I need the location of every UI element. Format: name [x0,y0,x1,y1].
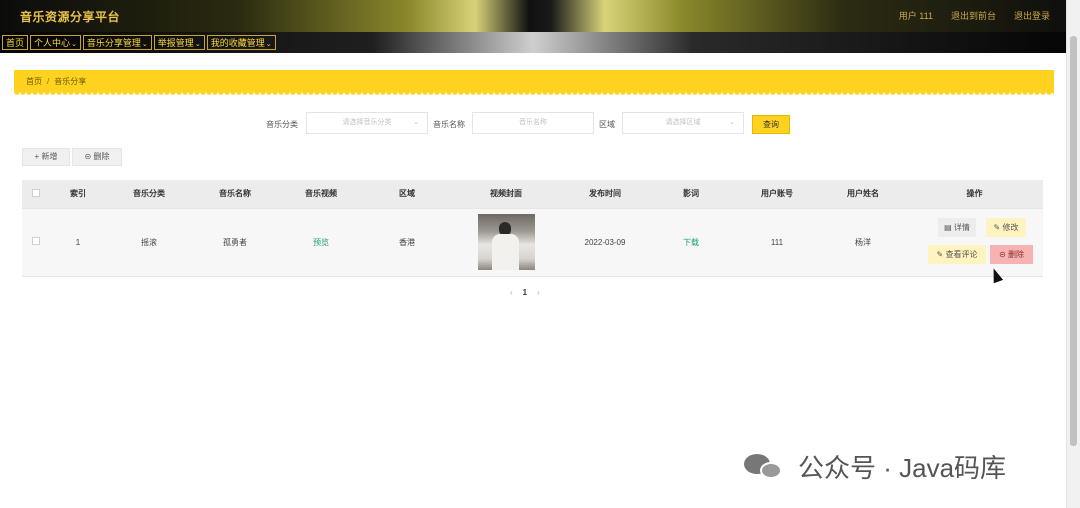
chevron-down-icon: ⌄ [71,41,77,48]
trash-icon: ⊝ [999,249,1008,259]
breadcrumb-separator: / [47,77,50,86]
chevron-down-icon: ⌄ [141,41,148,48]
col-publish-time: 发布时间 [562,180,648,209]
col-video: 音乐视频 [278,180,364,209]
search-bar: 音乐分类 请选择音乐分类 ⌄ 音乐名称 音乐名称 区域 请选择区域 ⌄ 查询 [0,112,1066,134]
user-label: 用户 111 [898,11,933,21]
edit-button[interactable]: ✎ 修改 [986,217,1026,237]
pagination: ‹ 1 › [510,288,540,297]
cell-account: 111 [734,208,820,277]
col-ops: 操作 [906,180,1043,209]
lyrics-download-link[interactable]: 下载 [648,208,734,277]
watermark-text: 公众号 · Java码库 [798,453,1007,483]
breadcrumb-home[interactable]: 首页 [26,77,42,86]
prev-page-button[interactable]: ‹ [510,288,513,297]
cell-index: 1 [50,208,106,277]
header-user-area: 用户 111 退出到前台 退出登录 [899,9,1050,22]
cell-region: 香港 [364,208,450,277]
name-label: 音乐名称 [433,120,465,129]
cell-category: 摇滚 [106,208,192,277]
nav-item-report[interactable]: 举报管理⌄ [153,35,205,50]
watermark: 公众号 · Java码库 [744,448,1006,485]
wechat-icon [744,452,784,482]
music-table: 索引 音乐分类 音乐名称 音乐视频 区域 视频封面 发布时间 影词 用户账号 用… [22,180,1043,277]
query-button[interactable]: 查询 [752,115,790,134]
scrollbar-thumb[interactable] [1070,36,1077,446]
cell-cover [450,208,562,277]
vertical-scrollbar[interactable] [1066,0,1080,508]
row-select-cell[interactable] [22,208,50,277]
exit-to-front-link[interactable]: 退出到前台 [951,9,996,22]
nav-item-personal-center[interactable]: 个人中心⌄ [30,35,81,50]
main-nav: 首页 个人中心⌄ 音乐分享管理⌄ 举报管理⌄ 我的收藏管理⌄ [0,32,1066,53]
col-region: 区域 [364,180,450,209]
chevron-down-icon: ⌄ [265,41,272,48]
col-index: 索引 [50,180,106,209]
region-select[interactable]: 请选择区域 ⌄ [622,112,744,134]
breadcrumb-current: 音乐分享 [54,77,87,86]
col-name: 音乐名称 [192,180,278,209]
view-comments-button[interactable]: ✎ 查看评论 [928,244,986,264]
page: 音乐资源分享平台 用户 111 退出到前台 退出登录 首页 个人中心⌄ 音乐分享… [0,0,1080,508]
video-preview-link[interactable]: 预览 [278,208,364,277]
add-button[interactable]: + 新增 [22,148,70,166]
site-title: 音乐资源分享平台 [20,10,121,24]
cell-publish-time: 2022-03-09 [562,208,648,277]
delete-button[interactable]: ⊝ 删除 [990,244,1033,264]
name-input[interactable]: 音乐名称 [472,112,594,134]
logout-link[interactable]: 退出登录 [1014,9,1050,22]
cell-username: 杨洋 [820,208,906,277]
detail-button[interactable]: ▤ 详情 [938,217,976,237]
cover-image[interactable] [477,214,535,270]
region-label: 区域 [599,120,615,129]
next-page-button[interactable]: › [537,288,540,297]
chevron-down-icon: ⌄ [729,119,735,126]
chevron-down-icon: ⌄ [413,119,419,126]
detail-icon: ▤ [944,222,954,232]
page-1-button[interactable]: 1 [523,288,527,297]
col-category: 音乐分类 [106,180,192,209]
col-lyrics: 影词 [648,180,734,209]
table-header-row: 索引 音乐分类 音乐名称 音乐视频 区域 视频封面 发布时间 影词 用户账号 用… [22,180,1043,209]
nav-item-home[interactable]: 首页 [2,35,29,50]
cell-ops: ▤ 详情 ✎ 修改 ✎ 查看评论 ⊝ 删除 [906,208,1043,277]
row-checkbox[interactable] [32,237,40,245]
select-all-header[interactable] [22,180,50,209]
category-select[interactable]: 请选择音乐分类 ⌄ [306,112,428,134]
breadcrumb: 首页 / 音乐分享 [14,70,1054,96]
col-username: 用户姓名 [820,180,906,209]
col-account: 用户账号 [734,180,820,209]
category-label: 音乐分类 [266,120,298,129]
top-header: 音乐资源分享平台 用户 111 退出到前台 退出登录 [0,0,1080,32]
nav-item-music-share[interactable]: 音乐分享管理⌄ [82,35,152,50]
nav-item-favorites[interactable]: 我的收藏管理⌄ [206,35,276,50]
batch-delete-button[interactable]: ⊝ 删除 [72,148,122,166]
chevron-down-icon: ⌄ [194,41,201,48]
col-cover: 视频封面 [450,180,562,209]
cell-name: 孤勇者 [192,208,278,277]
table-row: 1 摇滚 孤勇者 预览 香港 2022-03-09 下载 111 杨洋 ▤ 详情… [22,208,1043,277]
select-all-checkbox[interactable] [32,188,40,197]
